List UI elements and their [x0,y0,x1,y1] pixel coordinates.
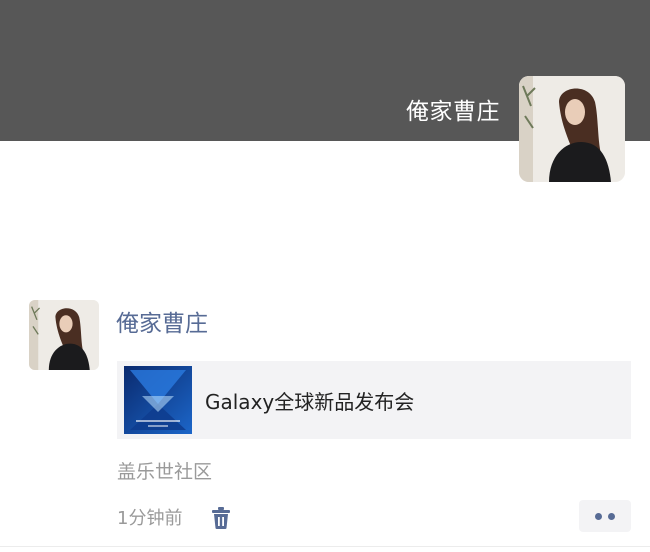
more-dots-icon [608,512,615,520]
link-thumbnail [124,366,192,434]
feed-divider [0,546,650,547]
moments-page: 俺家曹庄 俺家曹庄 Galaxy全球新品发布会 盖乐世社区 1分钟前 [0,0,650,552]
author-photo-icon [29,300,99,370]
more-dots-icon [595,512,602,520]
more-options-button[interactable] [579,500,631,532]
post-timestamp: 1分钟前 [117,508,183,529]
post-author-avatar[interactable] [29,300,99,370]
shared-link-card[interactable]: Galaxy全球新品发布会 [117,361,631,439]
profile-photo-icon [519,76,625,182]
cover-username: 俺家曹庄 [406,99,500,125]
link-title: Galaxy全球新品发布会 [205,389,415,414]
post-author-name[interactable]: 俺家曹庄 [116,307,208,341]
profile-avatar[interactable] [519,76,625,182]
post-location[interactable]: 盖乐世社区 [117,458,212,486]
event-thumbnail-icon [124,366,192,434]
trash-icon[interactable] [210,506,232,530]
